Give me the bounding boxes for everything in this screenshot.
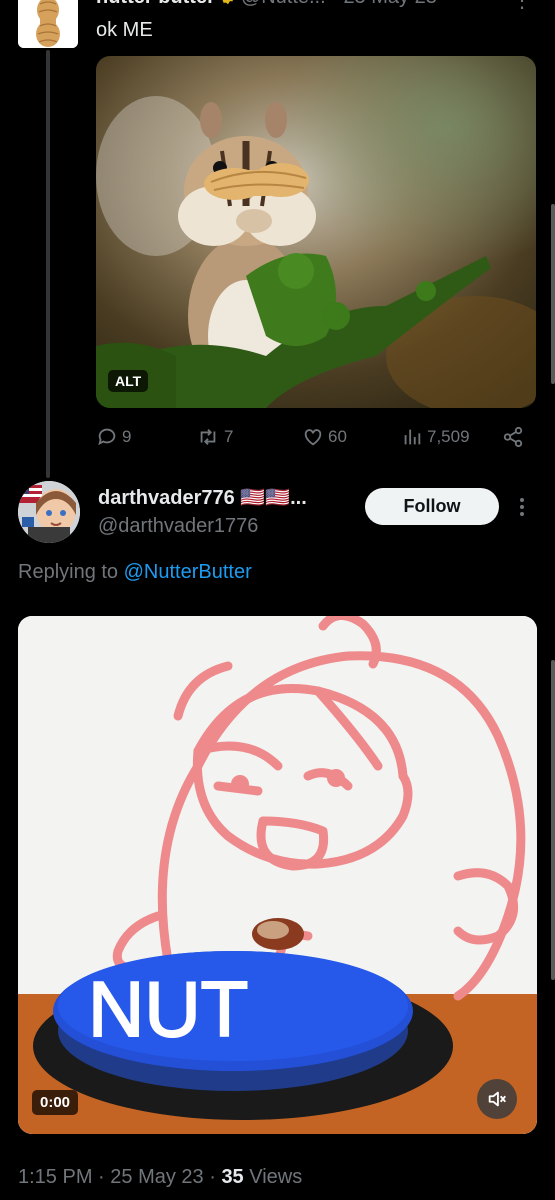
tweet-date[interactable]: 25 May 23 <box>343 0 436 8</box>
like-count: 60 <box>328 427 347 446</box>
tweet-footer: 1:15 PM · 25 May 23 · 35 Views <box>18 1166 302 1189</box>
alt-text-badge[interactable]: ALT <box>108 370 149 392</box>
tweet-video-nut-button[interactable]: NUT 0:00 <box>18 616 537 1134</box>
tweet-time[interactable]: 1:15 PM <box>18 1166 92 1188</box>
handle[interactable]: @Nutte... <box>241 0 326 8</box>
reply-icon <box>98 428 116 446</box>
reply-action[interactable]: 9 <box>96 424 131 450</box>
retweet-icon <box>200 429 216 445</box>
replying-prefix: Replying to <box>18 561 119 583</box>
tweet-text: ok ME <box>96 19 153 41</box>
like-action[interactable]: 60 <box>302 424 347 450</box>
replying-to-mention[interactable]: @NutterButter <box>124 561 252 583</box>
retweet-action[interactable]: 7 <box>196 424 233 450</box>
more-options-icon[interactable]: ⋮ <box>512 0 533 13</box>
views-count: 7,509 <box>427 427 470 446</box>
reply-count: 9 <box>122 427 132 446</box>
speaker-muted-icon <box>488 1091 506 1107</box>
avatar-darthvader776[interactable] <box>18 481 80 543</box>
retweet-count: 7 <box>224 427 234 446</box>
follow-button[interactable]: Follow <box>365 488 499 525</box>
display-name[interactable]: darthvader776 🇺🇸🇺🇸... <box>98 485 307 510</box>
scrollbar[interactable] <box>551 660 555 980</box>
tweet-date[interactable]: 25 May 23 <box>110 1166 203 1188</box>
share-icon <box>503 426 523 448</box>
tweet-header: nutter butter @Nutte... · 25 May 23 <box>96 0 437 9</box>
separator: · <box>331 0 338 8</box>
display-name[interactable]: nutter butter <box>96 0 215 8</box>
separator: · <box>203 1166 222 1188</box>
video-timestamp: 0:00 <box>32 1090 79 1115</box>
separator: · <box>92 1166 111 1188</box>
nut-button-label: NUT <box>88 965 248 1053</box>
mute-button[interactable] <box>477 1079 517 1119</box>
views-chart-icon <box>404 429 421 445</box>
replying-to-line: Replying to @NutterButter <box>18 561 252 584</box>
heart-icon <box>304 429 322 446</box>
tweet-image-chipmunk[interactable]: ALT <box>96 56 536 408</box>
avatar-nutter-butter[interactable] <box>18 0 78 48</box>
views-label: Views <box>249 1166 303 1188</box>
views-action[interactable]: 7,509 <box>401 424 470 450</box>
more-options-icon[interactable] <box>512 495 532 524</box>
thread-line <box>46 50 50 478</box>
scrollbar[interactable] <box>551 204 555 384</box>
verified-badge-icon <box>219 0 237 5</box>
handle[interactable]: @darthvader1776 <box>98 515 258 538</box>
views-count: 35 <box>221 1166 244 1188</box>
share-action[interactable] <box>502 424 528 450</box>
